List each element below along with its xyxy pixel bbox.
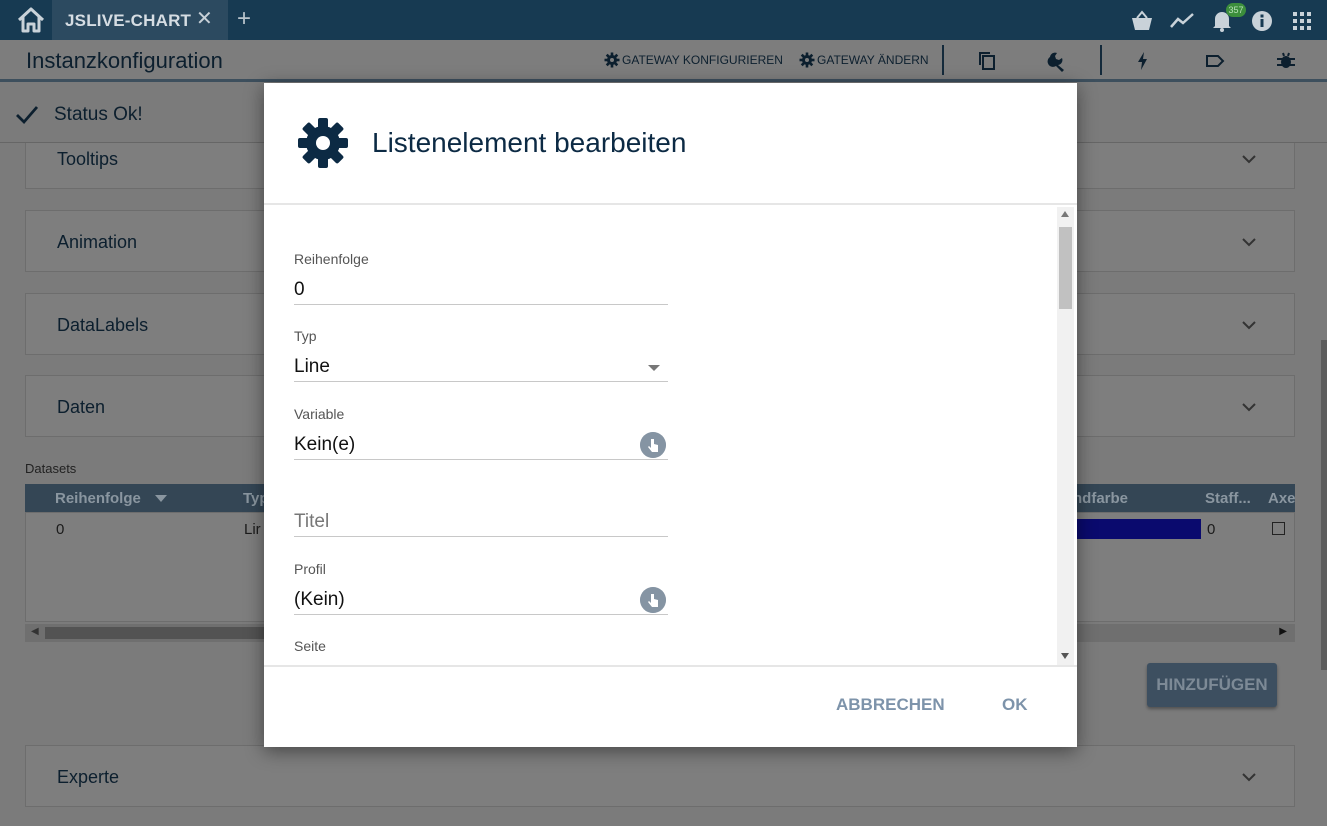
profile-label: Profil — [294, 561, 326, 577]
edit-list-element-dialog: Listenelement bearbeiten Reihenfolge 0 T… — [264, 83, 1077, 747]
tab-label: JSLIVE-CHART — [65, 11, 192, 30]
configure-gateway-label: GATEWAY KONFIGURIEREN — [622, 53, 783, 67]
datasets-label: Datasets — [25, 461, 77, 476]
basket-icon[interactable] — [1129, 8, 1155, 34]
profile-value: (Kein) — [294, 589, 345, 610]
toolbar-divider — [942, 45, 944, 75]
scrollbar-thumb[interactable] — [45, 627, 275, 639]
chevron-down-icon — [1242, 403, 1256, 412]
title-label — [294, 483, 668, 501]
panel-experte[interactable]: Experte — [25, 745, 1295, 807]
notification-badge: 357 — [1226, 3, 1246, 17]
wrench-icon[interactable] — [1046, 50, 1068, 72]
touch-select-icon[interactable] — [640, 587, 666, 613]
dialog-footer: ABBRECHEN OK — [264, 665, 1077, 747]
cancel-button[interactable]: ABBRECHEN — [836, 695, 945, 715]
page-scrollbar[interactable] — [1321, 340, 1327, 670]
type-value: Line — [294, 356, 330, 377]
home-icon[interactable] — [10, 6, 52, 34]
page-label: Seite — [294, 638, 326, 654]
order-field: Reihenfolge 0 — [294, 251, 668, 305]
column-header-color[interactable]: ndfarbe — [1073, 490, 1128, 507]
tab-jslive-chart[interactable]: JSLIVE-CHART ✕ — [52, 0, 228, 40]
trend-icon[interactable] — [1169, 8, 1195, 34]
dialog-title: Listenelement bearbeiten — [372, 127, 687, 158]
toolbar-divider — [1100, 45, 1102, 75]
cell-order: 0 — [56, 521, 65, 538]
order-label: Reihenfolge — [294, 251, 369, 267]
cell-stack: 0 — [1207, 521, 1216, 538]
column-header-order[interactable]: Reihenfolge — [55, 490, 141, 507]
gear-icon — [298, 118, 348, 168]
flash-icon[interactable] — [1132, 50, 1154, 72]
chevron-down-icon — [1242, 321, 1256, 330]
color-swatch — [1076, 519, 1201, 539]
profile-field: Profil (Kein) — [294, 561, 668, 615]
change-gateway-label: GATEWAY ÄNDERN — [817, 53, 929, 67]
title-input[interactable]: Titel — [294, 507, 668, 537]
column-header-stack[interactable]: Staff... — [1205, 490, 1251, 507]
type-label: Typ — [294, 328, 317, 344]
scroll-right-icon[interactable]: ▶ — [1279, 626, 1287, 637]
cell-type: Lir — [244, 521, 261, 538]
label-icon[interactable] — [1204, 50, 1226, 72]
scroll-left-icon[interactable]: ◀ — [31, 626, 39, 637]
close-icon[interactable]: ✕ — [196, 9, 213, 29]
panel-label: DataLabels — [57, 315, 149, 335]
ok-button[interactable]: OK — [1002, 695, 1028, 715]
axis-checkbox[interactable] — [1272, 522, 1285, 535]
sort-down-icon[interactable] — [155, 495, 167, 503]
gear-icon — [604, 52, 620, 68]
status-text: Status Ok! — [54, 104, 143, 125]
dialog-header: Listenelement bearbeiten — [264, 83, 1077, 205]
add-button[interactable]: HINZUFÜGEN — [1147, 663, 1277, 707]
touch-select-icon[interactable] — [640, 432, 666, 458]
variable-field: Variable Kein(e) — [294, 406, 668, 460]
panel-label: Experte — [57, 767, 120, 787]
page-title: Instanzkonfiguration — [26, 48, 223, 73]
chevron-down-icon — [1242, 773, 1256, 782]
variable-input[interactable]: Kein(e) — [294, 430, 668, 460]
page-header: Instanzkonfiguration GATEWAY KONFIGURIER… — [0, 40, 1327, 82]
panel-label: Tooltips — [57, 149, 119, 169]
panel-label: Daten — [57, 397, 106, 417]
add-tab-icon[interactable]: + — [237, 7, 251, 31]
apps-grid-icon[interactable] — [1289, 8, 1315, 34]
page-field: Seite — [294, 638, 668, 656]
type-field: Typ Line — [294, 328, 668, 382]
profile-input[interactable]: (Kein) — [294, 585, 668, 615]
panel-label: Animation — [57, 232, 138, 252]
dialog-scrollbar[interactable] — [1057, 207, 1074, 665]
bug-icon[interactable] — [1275, 50, 1297, 72]
dropdown-arrow-icon[interactable] — [648, 365, 660, 371]
scroll-down-icon[interactable] — [1061, 653, 1069, 659]
chevron-down-icon — [1242, 155, 1256, 164]
order-input[interactable]: 0 — [294, 275, 668, 305]
column-header-axis[interactable]: Axe — [1268, 490, 1296, 507]
check-icon — [16, 106, 39, 125]
scroll-up-icon[interactable] — [1061, 211, 1069, 217]
variable-value: Kein(e) — [294, 434, 356, 455]
info-icon[interactable] — [1249, 8, 1275, 34]
dialog-body: Reihenfolge 0 Typ Line Variable Kein(e) … — [264, 207, 1077, 665]
configure-gateway-button[interactable]: GATEWAY KONFIGURIEREN — [604, 52, 783, 68]
title-field: Titel — [294, 483, 668, 537]
top-bar: JSLIVE-CHART ✕ + 357 — [0, 0, 1327, 40]
gear-icon — [799, 52, 815, 68]
type-select[interactable]: Line — [294, 352, 668, 382]
copy-icon[interactable] — [976, 50, 998, 72]
variable-label: Variable — [294, 406, 345, 422]
change-gateway-button[interactable]: GATEWAY ÄNDERN — [799, 52, 929, 68]
chevron-down-icon — [1242, 238, 1256, 247]
scrollbar-thumb[interactable] — [1059, 227, 1072, 309]
